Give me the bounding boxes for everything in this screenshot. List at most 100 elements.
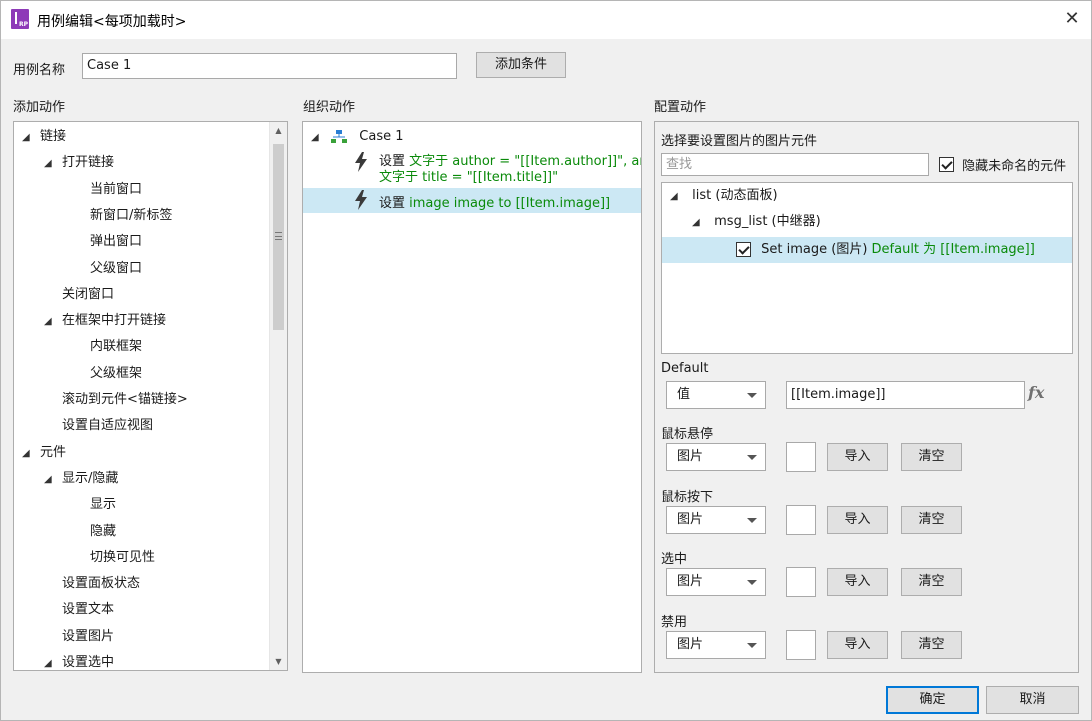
add-action-item[interactable]: ◢ 元件: [14, 440, 269, 466]
add-action-item[interactable]: 切换可见性: [14, 545, 269, 571]
state-type-value: 图片: [677, 574, 704, 589]
clear-button[interactable]: 清空: [901, 505, 962, 534]
import-button[interactable]: 导入: [827, 630, 888, 659]
widget-tree-row[interactable]: ◢ list (动态面板): [662, 183, 1072, 209]
add-action-label: 切换可见性: [90, 549, 156, 565]
widget-tree[interactable]: ◢ list (动态面板) ◢ msg_list (中继器) Set image…: [661, 182, 1073, 354]
import-button[interactable]: 导入: [827, 443, 888, 471]
add-action-item[interactable]: ◢ 设置选中: [14, 650, 269, 670]
expand-icon[interactable]: ◢: [22, 441, 36, 467]
clear-button[interactable]: 清空: [901, 443, 962, 471]
set-image-checkbox[interactable]: [736, 242, 751, 257]
add-action-item[interactable]: 设置自适应视图: [14, 413, 269, 439]
add-action-item[interactable]: 父级窗口: [14, 256, 269, 282]
hide-unnamed-checkbox[interactable]: [939, 157, 954, 172]
image-preview[interactable]: [786, 567, 816, 597]
case-label: Case 1: [359, 129, 404, 144]
widget-tree-row-selected[interactable]: Set image (图片) Default 为 [[Item.image]]: [662, 237, 1072, 263]
grip-icon: [275, 232, 282, 240]
add-action-item[interactable]: ◢ 打开链接: [14, 150, 269, 176]
case-row[interactable]: ◢ Case 1: [303, 124, 641, 150]
state-type-select[interactable]: 图片: [666, 443, 766, 471]
organize-actions-tree[interactable]: ◢ Case 1 设置 文字于 author = "[[Item.author]…: [302, 121, 642, 673]
state-type-select[interactable]: 图片: [666, 630, 766, 659]
add-action-item[interactable]: 内联框架: [14, 334, 269, 360]
window-title: 用例编辑<每项加载时>: [37, 14, 187, 30]
add-action-label: 元件: [40, 444, 67, 460]
add-action-item[interactable]: ◢ 链接: [14, 124, 269, 150]
add-action-item[interactable]: 父级框架: [14, 361, 269, 387]
add-action-item[interactable]: 设置文本: [14, 597, 269, 623]
expand-icon[interactable]: ◢: [692, 210, 706, 236]
case-name-input[interactable]: Case 1: [82, 53, 457, 79]
repeater-label: msg_list (中继器): [714, 214, 821, 229]
clear-button[interactable]: 清空: [901, 630, 962, 659]
add-actions-scrollbar[interactable]: ▲ ▼: [269, 122, 287, 670]
chevron-down-icon: [747, 517, 757, 523]
import-button[interactable]: 导入: [827, 505, 888, 534]
action-set-image[interactable]: 设置 image image to [[Item.image]]: [303, 188, 641, 213]
add-action-item[interactable]: 设置图片: [14, 624, 269, 650]
action-prefix: 设置: [379, 154, 406, 169]
add-action-label: 父级窗口: [90, 260, 143, 276]
image-preview[interactable]: [786, 442, 816, 472]
expand-icon[interactable]: ◢: [44, 467, 58, 493]
add-action-label: 新窗口/新标签: [90, 207, 173, 223]
import-button[interactable]: 导入: [827, 568, 888, 596]
add-action-label: 滚动到元件<锚链接>: [62, 392, 188, 407]
add-action-item[interactable]: 隐藏: [14, 519, 269, 545]
add-action-item[interactable]: 新窗口/新标签: [14, 203, 269, 229]
add-action-item[interactable]: 弹出窗口: [14, 229, 269, 255]
close-icon[interactable]: ✕: [1059, 7, 1085, 33]
add-action-item[interactable]: 设置面板状态: [14, 571, 269, 597]
default-type-select[interactable]: 值: [666, 381, 766, 409]
case-name-label: 用例名称: [13, 63, 66, 78]
scroll-down-icon[interactable]: ▼: [270, 653, 287, 670]
state-label: 选中: [661, 552, 688, 567]
add-action-label: 当前窗口: [90, 181, 143, 197]
add-action-label: 弹出窗口: [90, 234, 143, 250]
add-action-item[interactable]: 当前窗口: [14, 177, 269, 203]
state-type-value: 图片: [677, 636, 704, 652]
default-label: Default: [661, 361, 709, 376]
expand-icon[interactable]: ◢: [22, 125, 36, 151]
search-input[interactable]: 查找: [661, 153, 929, 176]
add-action-label: 在框架中打开链接: [62, 313, 167, 329]
state-type-value: 图片: [677, 449, 704, 464]
action-text: 设置 image image to [[Item.image]]: [379, 192, 610, 211]
cancel-button[interactable]: 取消: [986, 686, 1079, 714]
add-action-item[interactable]: ◢ 在框架中打开链接: [14, 308, 269, 334]
add-condition-button[interactable]: 添加条件: [476, 52, 566, 78]
state-label: 鼠标按下: [661, 489, 714, 505]
expand-icon[interactable]: ◢: [311, 125, 325, 151]
image-widget-detail: Default 为 [[Item.image]]: [871, 242, 1035, 257]
dynamic-panel-label: list (动态面板): [692, 188, 778, 203]
expand-icon[interactable]: ◢: [44, 651, 58, 670]
hide-unnamed-option[interactable]: 隐藏未命名的元件: [939, 155, 1066, 174]
add-actions-tree[interactable]: ◢ 链接 ◢ 打开链接 当前窗口 新窗口/新标签 弹出窗口 父级窗口 关闭窗口 ◢ 在框架中打开链接…: [13, 121, 288, 671]
ok-button[interactable]: 确定: [886, 686, 979, 714]
scroll-thumb[interactable]: [273, 144, 284, 330]
add-action-label: 设置自适应视图: [62, 418, 154, 434]
add-action-label: 设置图片: [62, 628, 115, 644]
add-action-label: 关闭窗口: [62, 286, 115, 302]
expand-icon[interactable]: ◢: [44, 151, 58, 177]
action-prefix: 设置: [379, 196, 406, 211]
expand-icon[interactable]: ◢: [670, 184, 684, 210]
state-type-select[interactable]: 图片: [666, 505, 766, 534]
default-value-input[interactable]: [[Item.image]]: [786, 381, 1025, 409]
add-action-item[interactable]: 关闭窗口: [14, 282, 269, 308]
image-preview[interactable]: [786, 629, 816, 660]
add-action-label: 显示: [90, 497, 117, 513]
scroll-up-icon[interactable]: ▲: [270, 122, 287, 139]
add-action-item[interactable]: ◢ 显示/隐藏: [14, 466, 269, 492]
image-preview[interactable]: [786, 504, 816, 535]
action-set-text[interactable]: 设置 文字于 author = "[[Item.author]]", and 文…: [303, 150, 641, 188]
state-type-select[interactable]: 图片: [666, 568, 766, 596]
fx-icon[interactable]: fx: [1028, 383, 1044, 402]
widget-tree-row[interactable]: ◢ msg_list (中继器): [662, 209, 1072, 235]
add-action-item[interactable]: 滚动到元件<锚链接>: [14, 387, 269, 413]
expand-icon[interactable]: ◢: [44, 309, 58, 335]
clear-button[interactable]: 清空: [901, 568, 962, 596]
add-action-item[interactable]: 显示: [14, 492, 269, 518]
